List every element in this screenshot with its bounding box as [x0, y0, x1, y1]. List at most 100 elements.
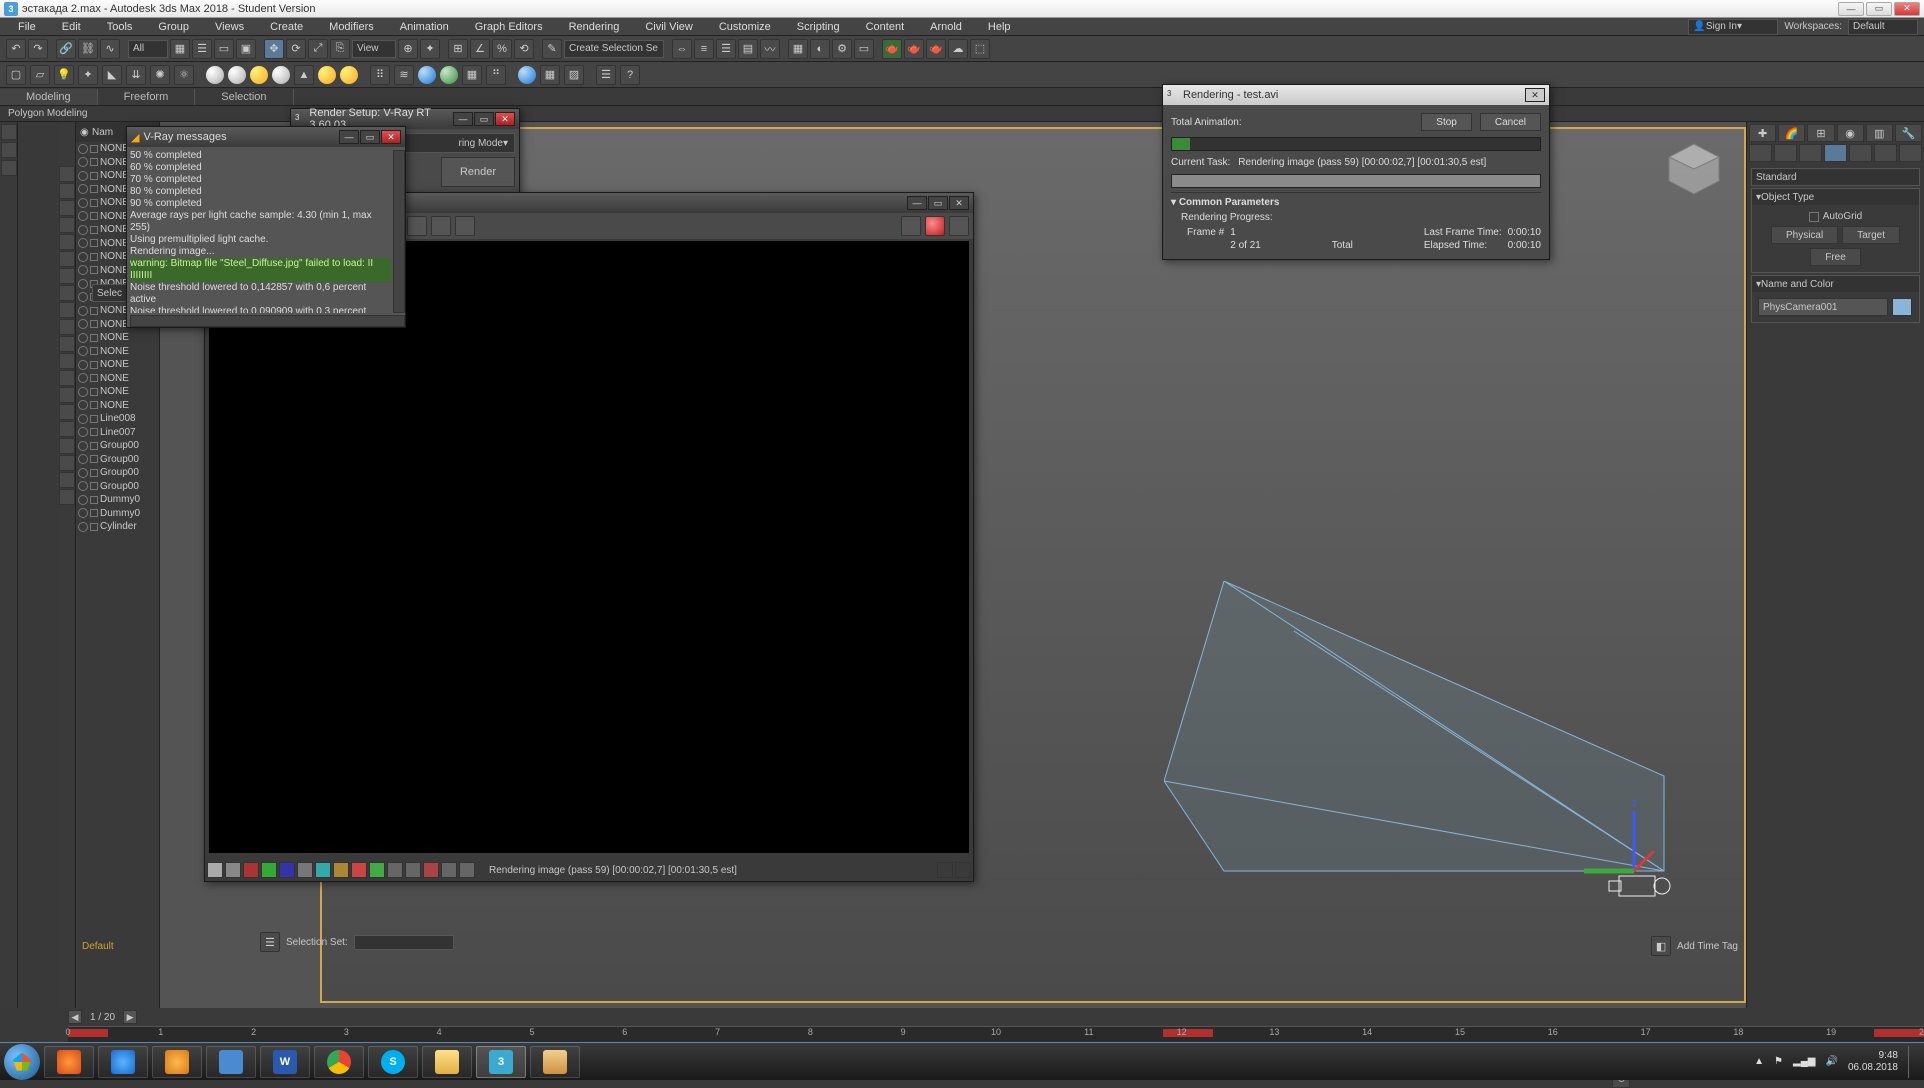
render-button[interactable]: Render — [441, 157, 515, 187]
vfb-sb12-icon[interactable] — [405, 862, 421, 878]
cat-helpers-icon[interactable] — [1849, 144, 1872, 162]
vfb-min-button[interactable]: — — [907, 196, 927, 210]
spinner-snap-icon[interactable]: ⟲ — [514, 39, 534, 59]
vfb-sb6-icon[interactable] — [297, 862, 313, 878]
selection-set-dropdown[interactable] — [354, 935, 454, 950]
task-firefox[interactable] — [44, 1046, 94, 1078]
scene-row[interactable]: Group00 — [76, 466, 159, 480]
vfb-link-icon[interactable] — [407, 216, 427, 236]
percent-snap-icon[interactable]: % — [492, 39, 512, 59]
scene-row[interactable]: NONE — [76, 358, 159, 372]
vfb-sbr2-icon[interactable] — [955, 862, 971, 878]
time-slider[interactable]: ◀ 1 / 20 ▶ — [68, 1008, 1924, 1026]
vfb-region-icon[interactable] — [455, 216, 475, 236]
menu-modifiers[interactable]: Modifiers — [317, 19, 386, 35]
vray-max-button[interactable]: ▭ — [360, 130, 380, 144]
spot-icon[interactable]: ◣ — [102, 65, 122, 85]
omni-icon[interactable]: ✺ — [150, 65, 170, 85]
menu-civilview[interactable]: Civil View — [633, 19, 704, 35]
selection-filter-dropdown[interactable]: All — [128, 40, 168, 58]
sphere-white-icon[interactable] — [206, 66, 224, 84]
plane-icon[interactable]: ▱ — [30, 65, 50, 85]
tray-arrow-icon[interactable]: ▲ — [1754, 1056, 1764, 1067]
cmd-tab-modify-icon[interactable]: 🌈 — [1778, 124, 1805, 142]
se-filter3-icon[interactable] — [59, 200, 75, 216]
se-filter15-icon[interactable] — [59, 404, 75, 420]
menu-group[interactable]: Group — [146, 19, 201, 35]
vfb-render-view[interactable] — [209, 241, 969, 853]
select-rect-icon[interactable]: ▭ — [214, 39, 234, 59]
scene-row[interactable]: Group00 — [76, 439, 159, 453]
object-name-input[interactable]: PhysCamera001 — [1758, 298, 1888, 316]
layers2-icon[interactable]: ☰ — [596, 65, 616, 85]
vl1-icon[interactable] — [1, 124, 17, 140]
vfb-stop-icon[interactable] — [925, 216, 945, 236]
vfb-sb11-icon[interactable] — [387, 862, 403, 878]
cloth-icon[interactable]: ▦ — [462, 65, 482, 85]
undo-icon[interactable]: ↶ — [6, 39, 26, 59]
particle-icon[interactable]: ⠿ — [370, 65, 390, 85]
vfb-cc-icon[interactable] — [901, 216, 921, 236]
rs-close-button[interactable]: ✕ — [495, 112, 515, 126]
task-paint[interactable] — [530, 1046, 580, 1078]
menu-edit[interactable]: Edit — [50, 19, 93, 35]
scene-row[interactable]: Group00 — [76, 453, 159, 467]
start-button[interactable] — [4, 1044, 40, 1080]
tray-volume-icon[interactable]: 🔊 — [1825, 1056, 1837, 1067]
vfb-red-icon[interactable] — [243, 862, 259, 878]
se-filter14-icon[interactable] — [59, 387, 75, 403]
rendered-frame-icon[interactable]: ▭ — [854, 39, 874, 59]
se-filter8-icon[interactable] — [59, 285, 75, 301]
rs-min-button[interactable]: — — [453, 112, 473, 126]
task-wmp[interactable] — [152, 1046, 202, 1078]
signin-dropdown[interactable]: 👤 Sign In ▾ — [1688, 19, 1778, 35]
cmd-tab-motion-icon[interactable]: ◉ — [1837, 124, 1864, 142]
scene-row[interactable]: NONE — [76, 372, 159, 386]
cat-systems-icon[interactable] — [1899, 144, 1922, 162]
show-desktop-button[interactable] — [1908, 1046, 1916, 1078]
add-time-tag-label[interactable]: Add Time Tag — [1677, 941, 1738, 952]
blob-icon[interactable] — [418, 66, 436, 84]
cat-spacewarps-icon[interactable] — [1874, 144, 1897, 162]
render-setup-icon[interactable]: ⚙ — [832, 39, 852, 59]
key-range-end[interactable] — [1874, 1029, 1924, 1037]
vray-scrollbar-v[interactable] — [393, 150, 405, 313]
sky-icon[interactable] — [340, 66, 358, 84]
snap-icon[interactable]: ⊞ — [448, 39, 468, 59]
scene-row[interactable]: Line008 — [76, 412, 159, 426]
vfb-sb13-icon[interactable] — [423, 862, 439, 878]
se-filter17-icon[interactable] — [59, 438, 75, 454]
physical-button[interactable]: Physical — [1771, 226, 1838, 244]
vfb-sb1-icon[interactable] — [207, 862, 223, 878]
task-ie[interactable] — [98, 1046, 148, 1078]
material-editor-icon[interactable]: ◐ — [810, 39, 830, 59]
link-icon[interactable]: 🔗 — [56, 39, 76, 59]
vfb-sb10-icon[interactable] — [369, 862, 385, 878]
help-icon[interactable]: ? — [620, 65, 640, 85]
maximize-button[interactable]: ▭ — [1866, 2, 1892, 16]
fx-icon[interactable]: ⚛ — [174, 65, 194, 85]
key-range-start[interactable] — [68, 1029, 108, 1037]
sphere-yellow-icon[interactable] — [250, 66, 268, 84]
minimize-button[interactable]: — — [1838, 2, 1864, 16]
rendering-dialog[interactable]: 3Rendering - test.avi ✕ Total Animation:… — [1162, 84, 1550, 260]
tray-clock[interactable]: 9:48 06.08.2018 — [1848, 1050, 1898, 1074]
se-filter18-icon[interactable] — [59, 455, 75, 471]
se-filter9-icon[interactable] — [59, 302, 75, 318]
box-icon[interactable]: ▢ — [6, 65, 26, 85]
se-filter16-icon[interactable] — [59, 421, 75, 437]
hair-icon[interactable]: ≋ — [394, 65, 414, 85]
timeslider-next[interactable]: ▶ — [123, 1010, 137, 1024]
direct-icon[interactable]: ⇊ — [126, 65, 146, 85]
key-range-mid[interactable] — [1163, 1029, 1213, 1037]
menu-arnold[interactable]: Arnold — [918, 19, 974, 35]
vfb-close-button[interactable]: ✕ — [949, 196, 969, 210]
refcoord-dropdown[interactable]: View — [352, 40, 396, 58]
mirror-icon[interactable]: ⇔ — [672, 39, 692, 59]
menu-animation[interactable]: Animation — [388, 19, 461, 35]
pivot-icon[interactable]: ⊕ — [398, 39, 418, 59]
close-button[interactable]: ✕ — [1894, 2, 1920, 16]
vray-log[interactable]: 50 % completed60 % completed70 % complet… — [130, 150, 391, 313]
cone-icon[interactable]: ▲ — [294, 65, 314, 85]
unlink-icon[interactable]: ⛓ — [78, 39, 98, 59]
